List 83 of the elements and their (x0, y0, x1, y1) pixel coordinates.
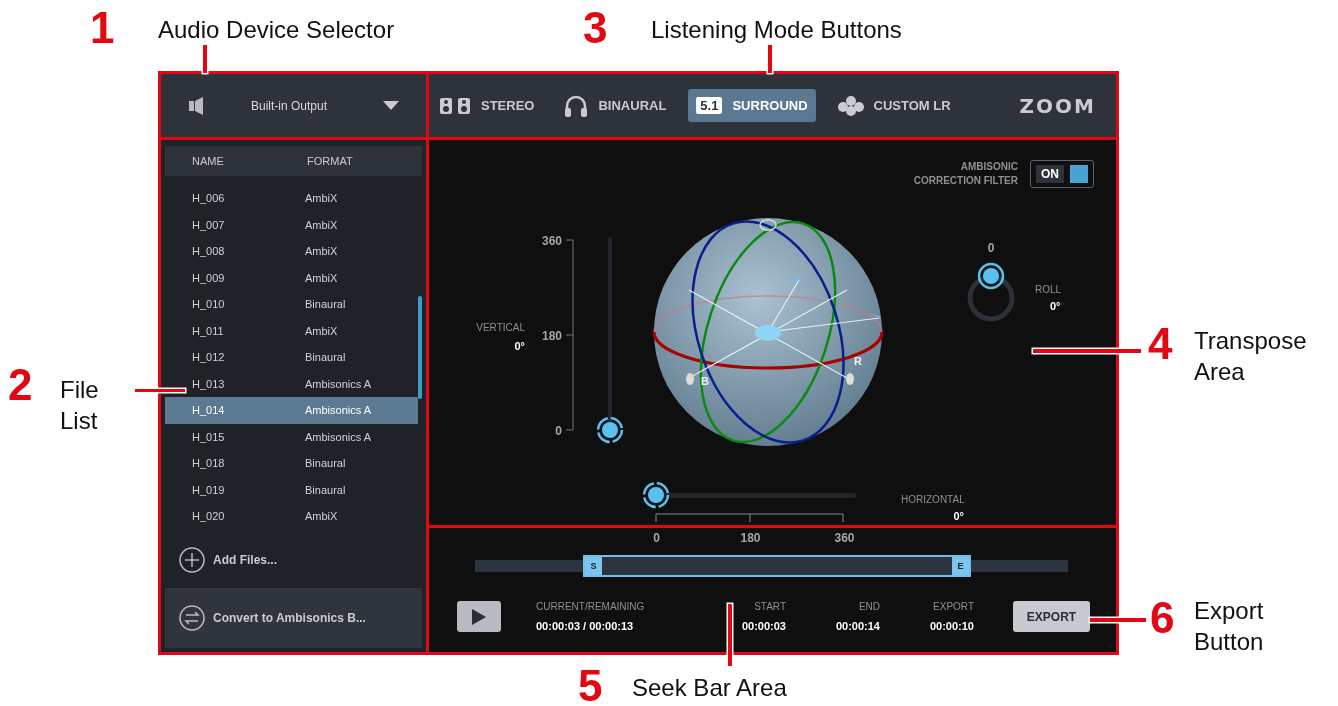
tick-label: 360 (833, 531, 856, 545)
file-row[interactable]: H_010 Binaural (165, 291, 418, 318)
readout-value: 00:00:14 (835, 620, 880, 632)
vertical-label: VERTICAL (476, 322, 525, 333)
scrollbar-thumb[interactable] (418, 296, 422, 399)
readout-value: 00:00:03 (741, 620, 786, 632)
speaker-icon (189, 96, 203, 115)
convert-button[interactable]: Convert to Ambisonics B... (165, 588, 422, 648)
sphere-axis-label: R (854, 355, 862, 367)
callout-label: Transpose Area (1194, 326, 1308, 387)
start-handle[interactable]: S (585, 557, 602, 575)
brand-logo: ZOOM (1019, 93, 1096, 118)
readout-label: START (754, 601, 786, 612)
swap-arrows-icon (179, 605, 205, 631)
callout-label: Listening Mode Buttons (651, 15, 903, 45)
filter-toggle[interactable]: ON (1030, 160, 1094, 188)
readout-label: CURRENT/REMAINING (536, 601, 645, 612)
speaker-cluster-icon (837, 95, 864, 116)
column-header: NAME (192, 155, 225, 167)
filter-label: AMBISONIC CORRECTION FILTER (912, 160, 1018, 188)
callout-label: Seek Bar Area (632, 673, 788, 703)
slider-thumb[interactable] (596, 416, 624, 444)
callout-number: 4 (1148, 322, 1173, 366)
play-icon (472, 608, 486, 625)
file-row[interactable]: H_013 Ambisonics A (165, 370, 418, 397)
listening-mode-button[interactable]: 5.1 SURROUND (688, 89, 816, 122)
speakers-icon (439, 96, 471, 115)
callout-number: 5 (578, 664, 603, 706)
callout-label: Audio Device Selector (158, 15, 396, 45)
dial-thumb[interactable] (977, 262, 1005, 290)
listening-mode-button[interactable]: BINAURAL (556, 86, 675, 125)
plus-circle-icon (179, 546, 205, 573)
horizontal-label: HORIZONTAL (901, 494, 965, 505)
headphones-icon (564, 94, 589, 117)
slider-thumb[interactable] (642, 481, 670, 509)
tick-label: 180 (739, 531, 762, 545)
readout-label: EXPORT (933, 601, 974, 612)
roll-value: 0° (1050, 300, 1061, 312)
roll-tick-label: 0 (987, 241, 995, 255)
vertical-slider[interactable] (596, 237, 624, 444)
add-files-button[interactable]: Add Files... (165, 542, 291, 577)
file-row[interactable]: H_008 AmbiX (165, 238, 418, 265)
caret-icon (383, 101, 399, 110)
file-row[interactable]: H_011 AmbiX (165, 317, 418, 344)
file-row[interactable]: H_006 AmbiX (165, 185, 418, 212)
roll-label: ROLL (1035, 284, 1062, 295)
surround-badge: 5.1 (696, 97, 723, 114)
tick-label: 0 (652, 531, 661, 545)
file-row[interactable]: H_014 Ambisonics A (165, 397, 418, 424)
horizontal-value: 0° (953, 510, 964, 522)
callout-number: 6 (1150, 596, 1175, 640)
listening-mode-button[interactable]: STEREO (431, 88, 543, 123)
file-row[interactable]: H_012 Binaural (165, 344, 418, 371)
file-row[interactable]: H_018 Binaural (165, 450, 418, 477)
roll-dial[interactable] (967, 262, 1015, 322)
horizontal-slider[interactable] (642, 481, 856, 509)
vertical-value: 0° (514, 340, 525, 352)
audio-device-selector[interactable]: Built-in Output (158, 71, 429, 140)
file-row[interactable]: H_015 Ambisonics A (165, 423, 418, 450)
tick-label: 360 (541, 234, 562, 248)
callout-label: Export Button (1194, 596, 1265, 657)
file-row[interactable]: H_007 AmbiX (165, 211, 418, 238)
export-button[interactable]: EXPORT (1013, 601, 1090, 632)
device-name: Built-in Output (251, 98, 329, 113)
readout-label: END (858, 601, 880, 612)
readout-value: 00:00:10 (929, 620, 974, 632)
seek-track[interactable]: S E (475, 555, 1068, 577)
leader-line (135, 389, 185, 392)
callout-number: 3 (583, 6, 608, 50)
file-row[interactable]: H_020 AmbiX (165, 503, 418, 530)
callout-label: File List (60, 375, 100, 436)
readout-value: 00:00:03 / 00:00:13 (536, 620, 634, 632)
file-row[interactable]: H_009 AmbiX (165, 264, 418, 291)
tick-label: 180 (541, 329, 562, 343)
selection-range[interactable]: S E (583, 555, 971, 577)
play-button[interactable] (457, 601, 501, 632)
callout-number: 2 (8, 363, 33, 407)
callout-number: 1 (90, 6, 115, 50)
file-row[interactable]: H_019 Binaural (165, 476, 418, 503)
listening-mode-button[interactable]: CUSTOM LR (829, 87, 959, 124)
end-handle[interactable]: E (952, 557, 969, 575)
column-header: FORMAT (307, 155, 354, 167)
tick-label: 0 (555, 424, 562, 438)
